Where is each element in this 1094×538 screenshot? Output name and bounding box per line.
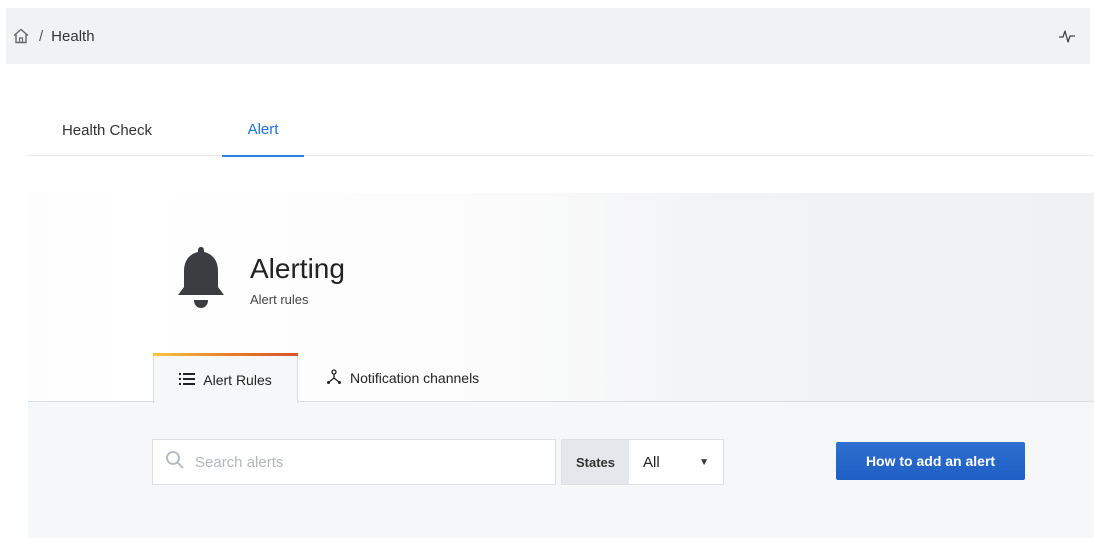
states-select[interactable]: All ▼ [629, 440, 723, 484]
bell-icon [175, 243, 227, 311]
page-tabs: Health Check Alert [28, 104, 1094, 157]
page-title: Alerting [250, 253, 345, 284]
page-subtitle: Alert rules [250, 292, 309, 307]
search-icon [165, 450, 185, 474]
search-input[interactable]: Search alerts [152, 439, 556, 485]
breadcrumb-separator: / [39, 27, 44, 45]
subtab-label: Notification channels [350, 370, 480, 386]
home-icon[interactable] [11, 26, 31, 46]
states-value: All [643, 453, 660, 471]
alerting-panel: Alerting Alert rules Alert Rules Notific… [28, 193, 1094, 538]
tab-alert[interactable]: Alert [222, 104, 304, 157]
breadcrumb: / Health [11, 26, 95, 46]
states-label: States [562, 440, 629, 484]
top-navbar: / Health [6, 8, 1090, 64]
alerting-header: Alerting Alert rules Alert Rules Notific… [28, 193, 1094, 403]
share-nodes-icon [326, 368, 342, 388]
subtab-alert-rules[interactable]: Alert Rules [153, 353, 298, 403]
states-filter[interactable]: States All ▼ [561, 439, 724, 485]
subtab-label: Alert Rules [203, 371, 272, 388]
breadcrumb-current: Health [51, 27, 95, 45]
how-to-add-alert-button[interactable]: How to add an alert [836, 442, 1025, 480]
tab-health-check[interactable]: Health Check [48, 104, 166, 156]
subtab-notification-channels[interactable]: Notification channels [326, 353, 479, 403]
search-placeholder: Search alerts [195, 453, 284, 471]
list-icon [179, 372, 196, 388]
caret-down-icon: ▼ [699, 456, 709, 468]
heartbeat-icon[interactable] [1058, 27, 1076, 45]
